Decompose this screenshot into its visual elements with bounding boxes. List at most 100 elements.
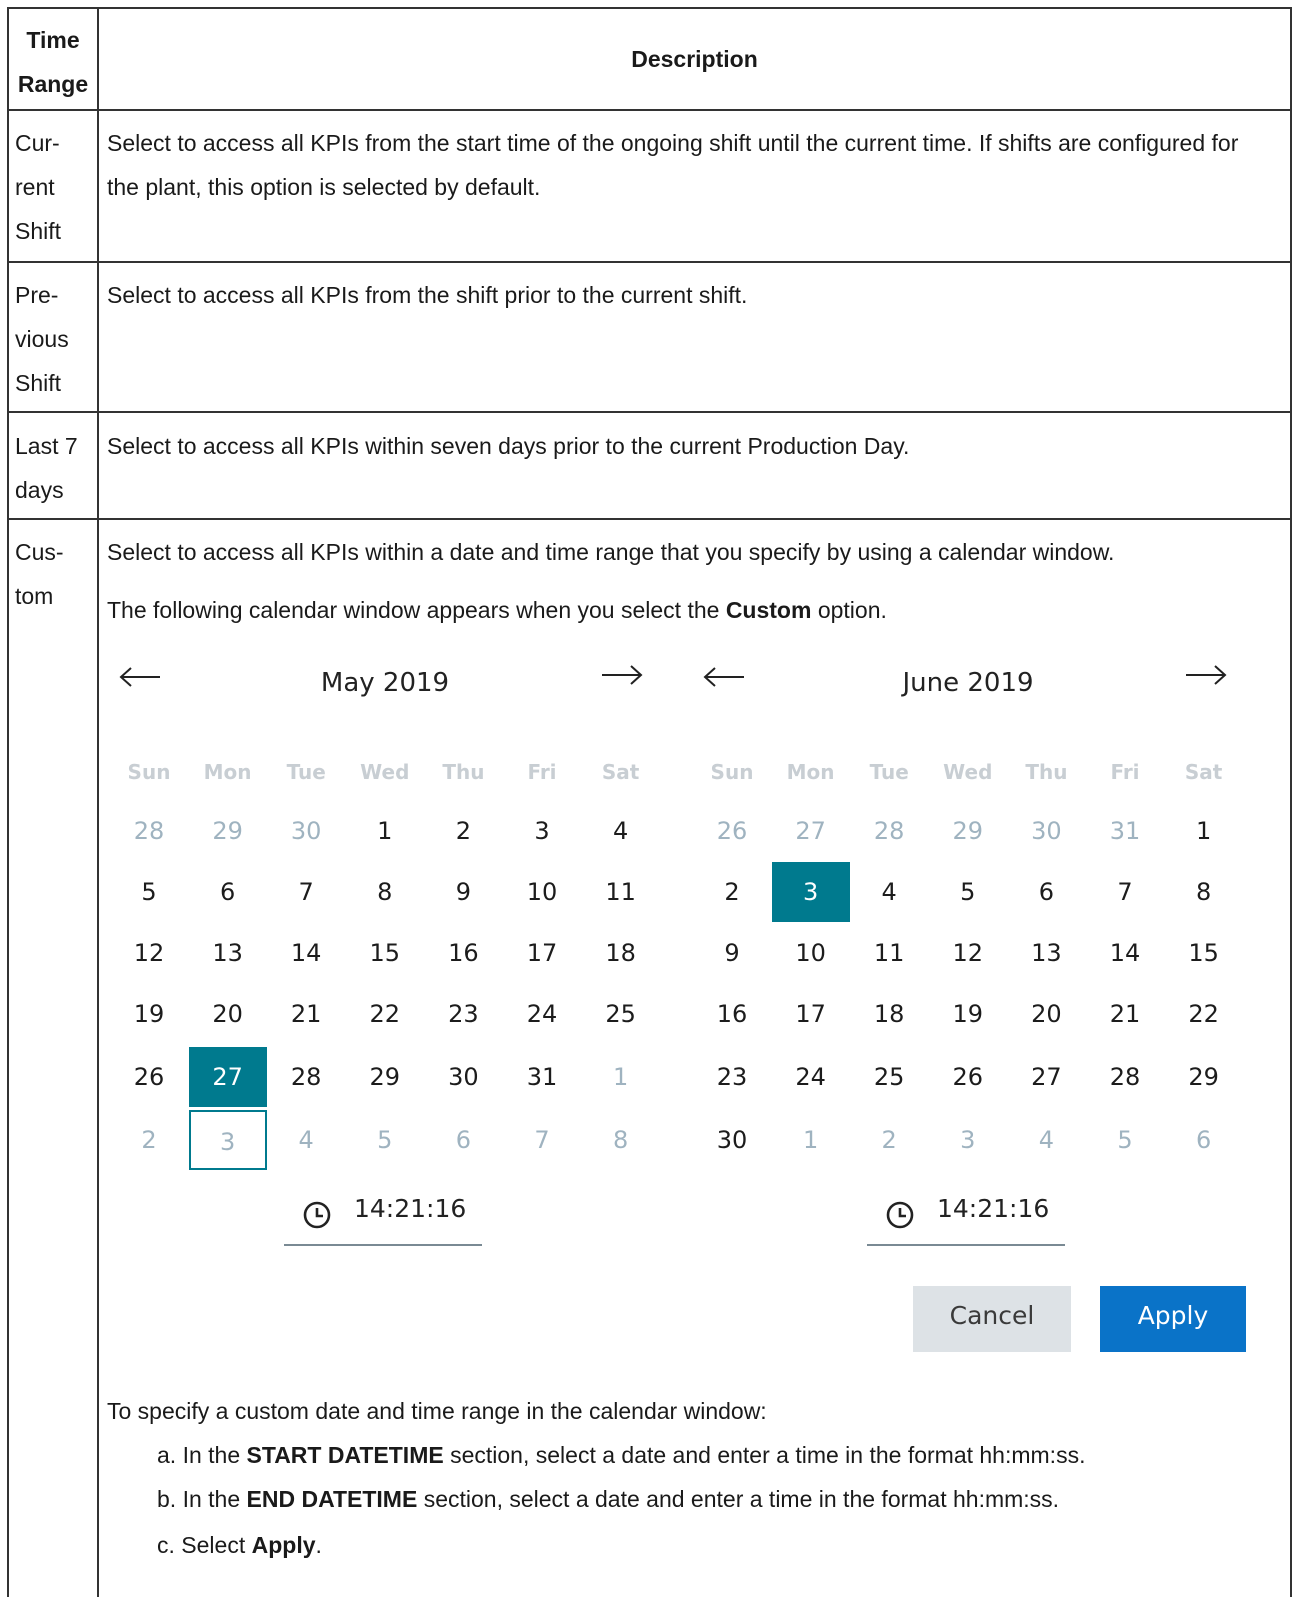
next-month-arrow-icon[interactable] (600, 663, 644, 687)
date-cell[interactable]: 23 (693, 1047, 771, 1107)
date-cell[interactable]: 7 (503, 1110, 581, 1170)
date-cell[interactable]: 26 (929, 1047, 1007, 1107)
prev-month-arrow-icon[interactable] (118, 665, 162, 689)
date-cell[interactable]: 8 (582, 1110, 660, 1170)
date-cell[interactable]: 13 (189, 923, 267, 983)
date-cell[interactable]: 29 (929, 801, 1007, 861)
date-cell[interactable]: 24 (503, 984, 581, 1044)
date-cell[interactable]: 25 (582, 984, 660, 1044)
date-cell[interactable]: 23 (424, 984, 502, 1044)
date-cell[interactable]: 4 (582, 801, 660, 861)
date-cell[interactable]: 7 (267, 862, 345, 922)
date-cell[interactable]: 7 (1086, 862, 1164, 922)
date-cell[interactable]: 13 (1007, 923, 1085, 983)
clock-icon (886, 1201, 914, 1229)
date-cell[interactable]: 2 (424, 801, 502, 861)
date-cell[interactable]: 12 (929, 923, 1007, 983)
start-time-field[interactable]: 14:21:16 (284, 1184, 482, 1246)
date-cell[interactable]: 2 (110, 1110, 188, 1170)
date-cell[interactable]: 19 (110, 984, 188, 1044)
date-cell[interactable]: 20 (189, 984, 267, 1044)
date-cell[interactable]: 26 (110, 1047, 188, 1107)
date-cell[interactable]: 10 (503, 862, 581, 922)
date-cell[interactable]: 4 (267, 1110, 345, 1170)
date-cell[interactable]: 8 (1165, 862, 1243, 922)
date-cell[interactable]: 21 (1086, 984, 1164, 1044)
date-cell[interactable]: 20 (1007, 984, 1085, 1044)
date-cell[interactable]: 29 (346, 1047, 424, 1107)
date-cell[interactable]: 9 (424, 862, 502, 922)
date-cell[interactable]: 17 (772, 984, 850, 1044)
selected-date-cell[interactable]: 3 (771, 862, 850, 922)
date-cell[interactable]: 8 (346, 862, 424, 922)
prev-month-arrow-icon[interactable] (702, 665, 746, 689)
date-cell[interactable]: 30 (693, 1110, 771, 1170)
date-cell[interactable]: 19 (929, 984, 1007, 1044)
column-header-time-range: Time Range (17, 27, 89, 97)
selected-date-cell[interactable]: 27 (188, 1047, 267, 1107)
date-cell[interactable]: 29 (1165, 1047, 1243, 1107)
date-cell[interactable]: 27 (772, 801, 850, 861)
step-text: a. In the (157, 1442, 247, 1468)
date-cell[interactable]: 2 (693, 862, 771, 922)
date-cell[interactable]: 5 (110, 862, 188, 922)
date-cell[interactable]: 5 (346, 1110, 424, 1170)
weekday-label: Mon (786, 760, 835, 784)
date-cell[interactable]: 6 (189, 862, 267, 922)
date-cell[interactable]: 15 (1165, 923, 1243, 983)
date-cell[interactable]: 31 (1086, 801, 1164, 861)
date-cell[interactable]: 11 (582, 862, 660, 922)
date-cell[interactable]: 5 (1086, 1110, 1164, 1170)
date-cell[interactable]: 6 (424, 1110, 502, 1170)
date-cell[interactable]: 10 (772, 923, 850, 983)
table-border-right (1290, 7, 1292, 1597)
date-cell[interactable]: 4 (1007, 1110, 1085, 1170)
date-cell[interactable]: 21 (267, 984, 345, 1044)
date-cell[interactable]: 2 (850, 1110, 928, 1170)
date-cell[interactable]: 16 (424, 923, 502, 983)
date-cell[interactable]: 14 (267, 923, 345, 983)
date-cell[interactable]: 30 (267, 801, 345, 861)
date-cell[interactable]: 29 (189, 801, 267, 861)
date-cell[interactable]: 3 (503, 801, 581, 861)
table-row-divider (7, 518, 1292, 520)
date-cell[interactable]: 24 (772, 1047, 850, 1107)
date-cell[interactable]: 9 (693, 923, 771, 983)
time-range-line: days (15, 477, 64, 503)
date-cell[interactable]: 28 (267, 1047, 345, 1107)
date-cell[interactable]: 1 (1165, 801, 1243, 861)
date-cell[interactable]: 27 (1007, 1047, 1085, 1107)
date-cell[interactable]: 3 (929, 1110, 1007, 1170)
date-cell[interactable]: 11 (850, 923, 928, 983)
date-cell[interactable]: 28 (850, 801, 928, 861)
date-cell[interactable]: 22 (1165, 984, 1243, 1044)
date-cell[interactable]: 26 (693, 801, 771, 861)
apply-button[interactable]: Apply (1100, 1286, 1246, 1352)
date-cell[interactable]: 30 (1007, 801, 1085, 861)
date-cell[interactable]: 17 (503, 923, 581, 983)
date-cell[interactable]: 5 (929, 862, 1007, 922)
date-cell[interactable]: 14 (1086, 923, 1164, 983)
date-cell[interactable]: 1 (346, 801, 424, 861)
date-cell[interactable]: 6 (1007, 862, 1085, 922)
date-cell[interactable]: 1 (582, 1047, 660, 1107)
date-cell[interactable]: 30 (424, 1047, 502, 1107)
date-cell[interactable]: 22 (346, 984, 424, 1044)
date-cell[interactable]: 18 (582, 923, 660, 983)
date-cell[interactable]: 28 (1086, 1047, 1164, 1107)
next-month-arrow-icon[interactable] (1184, 663, 1228, 687)
end-time-field[interactable]: 14:21:16 (867, 1184, 1065, 1246)
date-cell[interactable]: 6 (1165, 1110, 1243, 1170)
date-cell[interactable]: 28 (110, 801, 188, 861)
date-cell[interactable]: 12 (110, 923, 188, 983)
date-cell[interactable]: 4 (850, 862, 928, 922)
date-cell[interactable]: 15 (346, 923, 424, 983)
table-column-divider (97, 7, 99, 1597)
date-cell[interactable]: 16 (693, 984, 771, 1044)
cancel-button[interactable]: Cancel (913, 1286, 1071, 1352)
date-cell[interactable]: 1 (772, 1110, 850, 1170)
date-cell[interactable]: 31 (503, 1047, 581, 1107)
date-cell[interactable]: 25 (850, 1047, 928, 1107)
date-cell[interactable]: 3 (188, 1110, 267, 1170)
date-cell[interactable]: 18 (850, 984, 928, 1044)
